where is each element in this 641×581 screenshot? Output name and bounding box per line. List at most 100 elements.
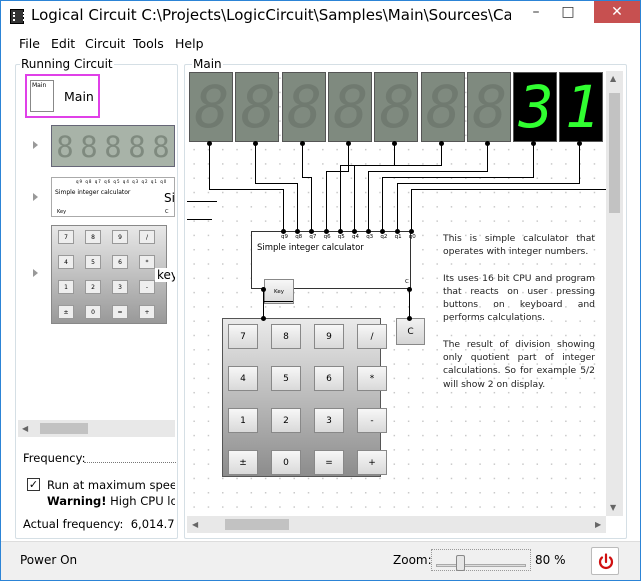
menu-bar: File Edit Circuit Tools Help bbox=[1, 32, 640, 54]
mini-key: 8 bbox=[85, 230, 101, 244]
keypad-key[interactable]: 2 bbox=[271, 408, 301, 433]
circuit-canvas[interactable]: Simple integer calculator Key C q9 q8 q7 q6… bbox=[187, 71, 607, 516]
connection-dot bbox=[352, 229, 357, 234]
zoom-slider[interactable] bbox=[431, 549, 531, 571]
keypad-key[interactable]: 8 bbox=[271, 324, 301, 349]
tree-item-main[interactable]: Main Main bbox=[25, 74, 100, 118]
digit-value: 3 bbox=[518, 73, 554, 141]
wire bbox=[368, 171, 370, 231]
keypad-key[interactable]: 1 bbox=[228, 408, 258, 433]
wire bbox=[396, 183, 581, 184]
pin-label: q7 bbox=[309, 234, 317, 240]
scroll-thumb[interactable] bbox=[225, 519, 289, 530]
pin-label: q5 bbox=[337, 234, 345, 240]
menu-help[interactable]: Help bbox=[175, 36, 204, 51]
connection-dot bbox=[281, 229, 286, 234]
keypad-key[interactable]: 7 bbox=[228, 324, 258, 349]
main-thumbnail: Main bbox=[30, 80, 54, 112]
wire bbox=[440, 143, 442, 165]
display-digit: 8 bbox=[327, 72, 372, 142]
keypad-key[interactable]: 9 bbox=[314, 324, 344, 349]
keypad-key[interactable]: + bbox=[357, 450, 387, 475]
digit-value: 8 bbox=[472, 73, 508, 141]
keypad-key[interactable]: 6 bbox=[314, 366, 344, 391]
menu-tools[interactable]: Tools bbox=[133, 36, 164, 51]
title-bar: Logical Circuit C:\Projects\LogicCircuit… bbox=[1, 1, 640, 32]
wire bbox=[486, 143, 488, 171]
connection-dot bbox=[261, 287, 266, 292]
clear-button[interactable]: C bbox=[396, 318, 425, 345]
tree-item-label: Si bbox=[164, 191, 175, 205]
running-circuit-title: Running Circuit bbox=[20, 57, 114, 71]
status-bar: Power On Zoom: 80 % bbox=[1, 541, 640, 580]
expand-icon[interactable] bbox=[33, 141, 38, 149]
digit-value: 1 bbox=[564, 73, 600, 141]
scroll-thumb[interactable] bbox=[609, 93, 620, 213]
run-max-checkbox[interactable]: ✓ bbox=[27, 478, 40, 491]
tree-item-label: Main bbox=[64, 89, 94, 104]
keypad-key[interactable]: 0 bbox=[271, 450, 301, 475]
wire bbox=[209, 189, 283, 190]
expand-icon[interactable] bbox=[33, 269, 38, 277]
pin-label: q0 bbox=[408, 234, 416, 240]
window-title: Logical Circuit C:\Projects\LogicCircuit… bbox=[31, 6, 511, 24]
display-digit: 8 bbox=[420, 72, 465, 142]
keypad-component: 7 8 9 / 4 5 6 * 1 2 3- ±0 = + bbox=[222, 318, 387, 477]
digit-value: 8 bbox=[333, 73, 369, 141]
tree-item-calculator[interactable]: Simple integer calculator q9 q8 q7 q6 q5… bbox=[51, 177, 175, 217]
app-icon bbox=[10, 9, 25, 24]
keypad-key[interactable]: - bbox=[357, 408, 387, 433]
mini-key: * bbox=[139, 255, 155, 269]
menu-edit[interactable]: Edit bbox=[51, 36, 75, 51]
zoom-value: 80 % bbox=[535, 553, 566, 567]
wire bbox=[311, 177, 313, 231]
main-title: Main bbox=[192, 57, 223, 71]
wire bbox=[579, 143, 581, 183]
wire bbox=[263, 301, 293, 302]
left-horizontal-scrollbar[interactable]: ◀ bbox=[18, 420, 175, 437]
tree-item-display[interactable]: 88888 bbox=[51, 125, 175, 167]
main-window: Logical Circuit C:\Projects\LogicCircuit… bbox=[0, 0, 641, 581]
menu-circuit[interactable]: Circuit bbox=[85, 36, 125, 51]
connection-dot bbox=[323, 229, 329, 234]
keypad-key[interactable]: 3 bbox=[314, 408, 344, 433]
keypad-key[interactable]: 5 bbox=[271, 366, 301, 391]
minimize-button[interactable]: – bbox=[521, 1, 551, 23]
zoom-thumb[interactable] bbox=[456, 555, 465, 571]
menu-file[interactable]: File bbox=[19, 36, 40, 51]
maximize-button[interactable]: □ bbox=[553, 1, 583, 23]
wire bbox=[410, 189, 607, 190]
display-digit: 8 bbox=[235, 72, 280, 142]
keypad-key[interactable]: = bbox=[314, 450, 344, 475]
frequency-slider[interactable] bbox=[84, 462, 176, 464]
pin-label: q1 bbox=[394, 234, 402, 240]
main-vertical-scrollbar[interactable]: ▲ ▼ bbox=[606, 71, 623, 516]
keypad-key[interactable]: 4 bbox=[228, 366, 258, 391]
main-horizontal-scrollbar[interactable]: ◀ ▶ bbox=[187, 516, 606, 533]
wire bbox=[301, 177, 312, 178]
wire bbox=[354, 165, 355, 231]
connection-dot bbox=[394, 229, 400, 234]
run-max-label: Run at maximum speed bbox=[47, 478, 175, 492]
power-status: Power On bbox=[20, 553, 78, 567]
wire bbox=[382, 177, 384, 231]
scroll-thumb[interactable] bbox=[40, 423, 88, 434]
power-button[interactable] bbox=[591, 547, 619, 575]
mini-key: 4 bbox=[58, 255, 74, 269]
wire bbox=[533, 143, 535, 177]
wire bbox=[325, 171, 349, 172]
keypad-key[interactable]: / bbox=[357, 324, 387, 349]
keypad-key[interactable]: ± bbox=[228, 450, 258, 475]
mini-key: 9 bbox=[112, 230, 128, 244]
description-text: This is simple calculator that operates … bbox=[443, 233, 595, 390]
calculator-component[interactable]: Simple integer calculator Key C q9 q8 q7 q6… bbox=[251, 231, 416, 304]
tree-item-keypad[interactable]: 7 8 9 / 4 5 6 * 1 2 3- ±0 = + bbox=[51, 225, 167, 324]
zoom-label: Zoom: bbox=[393, 553, 432, 567]
expand-icon[interactable] bbox=[33, 193, 38, 201]
mini-key: / bbox=[139, 230, 155, 244]
wire bbox=[410, 189, 412, 231]
connection-dot bbox=[337, 229, 343, 234]
keypad-key[interactable]: * bbox=[357, 366, 387, 391]
close-button[interactable]: ✕ bbox=[594, 1, 640, 23]
mini-key: 6 bbox=[112, 255, 128, 269]
